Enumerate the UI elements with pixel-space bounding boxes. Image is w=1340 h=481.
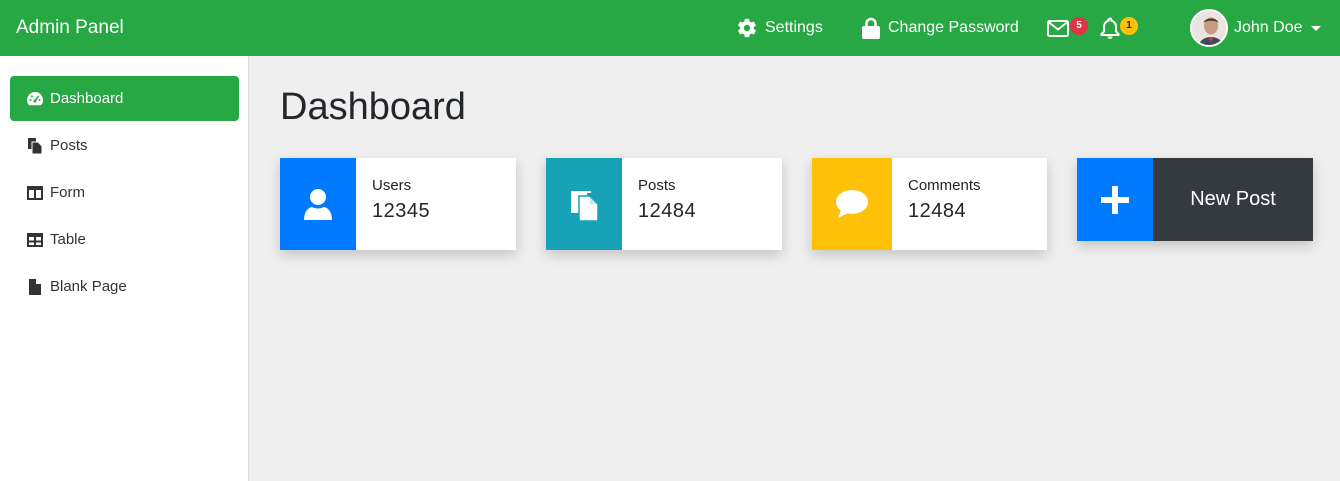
new-post-label: New Post: [1153, 158, 1313, 241]
change-password-label: Change Password: [888, 19, 1019, 36]
lock-icon: [862, 17, 880, 39]
stat-card-value: 12484: [638, 200, 697, 222]
sidebar-item-table[interactable]: Table: [10, 217, 239, 262]
new-post-button[interactable]: New Post: [1077, 158, 1313, 241]
stat-card-value: 12345: [372, 200, 431, 222]
caret-down-icon: [1310, 25, 1321, 31]
sidebar-item-blank-page[interactable]: Blank Page: [10, 264, 239, 309]
top-navbar: Admin Panel Settings Change Password 5 1: [0, 0, 1340, 56]
user-avatar-icon: [1192, 11, 1226, 45]
sidebar-item-label: Dashboard: [50, 90, 124, 107]
stat-card-posts: Posts 12484: [546, 158, 782, 250]
avatar: [1190, 9, 1228, 47]
bell-icon: [1100, 17, 1120, 39]
user-name: John Doe: [1234, 19, 1303, 36]
sidebar-item-posts[interactable]: Posts: [10, 123, 239, 168]
messages-button[interactable]: [1047, 0, 1069, 56]
sidebar-item-label: Posts: [50, 137, 88, 154]
sidebar-item-label: Form: [50, 184, 85, 201]
plus-icon: [1077, 158, 1153, 241]
stat-card-label: Comments: [908, 177, 981, 194]
dashboard-icon: [26, 90, 44, 108]
stat-card-label: Posts: [638, 177, 676, 194]
change-password-link[interactable]: Change Password: [862, 0, 1019, 56]
copy-icon: [546, 158, 622, 250]
stat-card-label: Users: [372, 177, 412, 194]
user-menu[interactable]: John Doe: [1190, 0, 1321, 56]
gear-icon: [736, 17, 758, 39]
stat-card-value: 12484: [908, 200, 967, 222]
user-icon: [280, 158, 356, 250]
settings-link[interactable]: Settings: [736, 0, 823, 56]
brand-title[interactable]: Admin Panel: [16, 0, 124, 56]
notifications-button[interactable]: [1100, 0, 1120, 56]
settings-label: Settings: [765, 19, 823, 36]
table-icon: [26, 231, 44, 249]
sidebar-item-dashboard[interactable]: Dashboard: [10, 76, 239, 121]
sidebar-item-label: Blank Page: [50, 278, 127, 295]
envelope-icon: [1047, 19, 1069, 37]
notifications-count-badge: 1: [1120, 17, 1138, 35]
comment-icon: [812, 158, 892, 250]
stat-card-comments: Comments 12484: [812, 158, 1047, 250]
columns-icon: [26, 184, 44, 202]
file-icon: [26, 278, 44, 296]
copy-icon: [26, 137, 44, 155]
page-title: Dashboard: [280, 86, 466, 128]
stat-card-users: Users 12345: [280, 158, 516, 250]
messages-count-badge: 5: [1070, 17, 1088, 35]
sidebar-item-form[interactable]: Form: [10, 170, 239, 215]
sidebar: Dashboard Posts Form Table Blank Page: [0, 56, 249, 481]
sidebar-item-label: Table: [50, 231, 86, 248]
